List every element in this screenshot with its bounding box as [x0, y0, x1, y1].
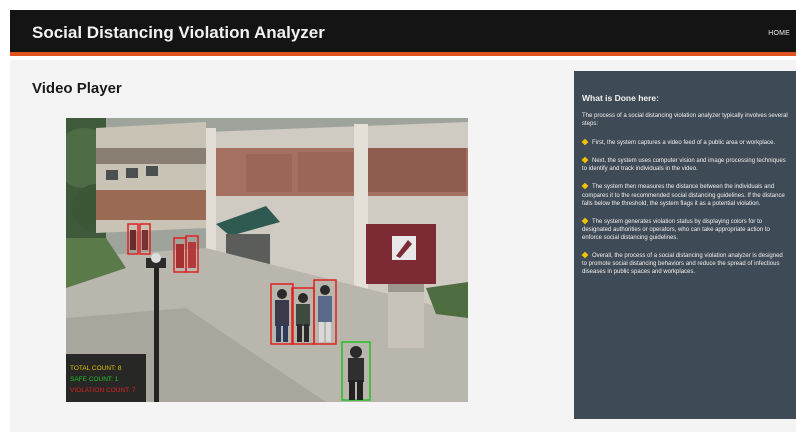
- safe-count-text: SAFE COUNT: 1: [70, 376, 119, 383]
- info-sidebar: What is Done here: The process of a soci…: [574, 71, 796, 419]
- bullet-icon: [581, 217, 589, 225]
- step-text: The system generates violation status by…: [582, 218, 770, 241]
- bullet-icon: [581, 156, 589, 164]
- violation-count-text: VIOLATION COUNT: 7: [70, 387, 136, 394]
- nav-home-link[interactable]: HOME: [768, 30, 790, 37]
- step-item: First, the system captures a video feed …: [581, 138, 788, 147]
- bullet-icon: [581, 183, 589, 190]
- step-item: Overall, the process of a social distanc…: [581, 251, 788, 276]
- step-text: First, the system captures a video feed …: [592, 140, 776, 147]
- video-player-title: Video Player: [32, 80, 122, 97]
- steps-list: First, the system captures a video feed …: [581, 138, 788, 276]
- step-item: The system then measures the distance be…: [581, 183, 788, 207]
- step-text: Next, the system uses computer vision an…: [582, 158, 786, 173]
- sidebar-intro: The process of a social distancing viola…: [582, 113, 788, 128]
- step-item: Next, the system uses computer vision an…: [581, 156, 788, 173]
- step-text: Overall, the process of a social distanc…: [582, 253, 783, 276]
- video-player[interactable]: TOTAL COUNT: 8 SAFE COUNT: 1 VIOLATION C…: [66, 118, 468, 402]
- total-count-text: TOTAL COUNT: 8: [70, 365, 122, 372]
- sidebar-heading: What is Done here:: [582, 93, 659, 103]
- main-content: Video Player TOTAL COUNT: 8 SAFE COUNT: …: [10, 60, 796, 432]
- app-header: Social Distancing Violation Analyzer HOM…: [10, 10, 796, 56]
- app-title: Social Distancing Violation Analyzer: [32, 23, 325, 42]
- video-frame: TOTAL COUNT: 8 SAFE COUNT: 1 VIOLATION C…: [66, 118, 468, 402]
- bullet-icon: [581, 138, 589, 146]
- step-item: The system generates violation status by…: [581, 217, 788, 242]
- step-text: The system then measures the distance be…: [582, 184, 785, 207]
- bullet-icon: [581, 251, 589, 259]
